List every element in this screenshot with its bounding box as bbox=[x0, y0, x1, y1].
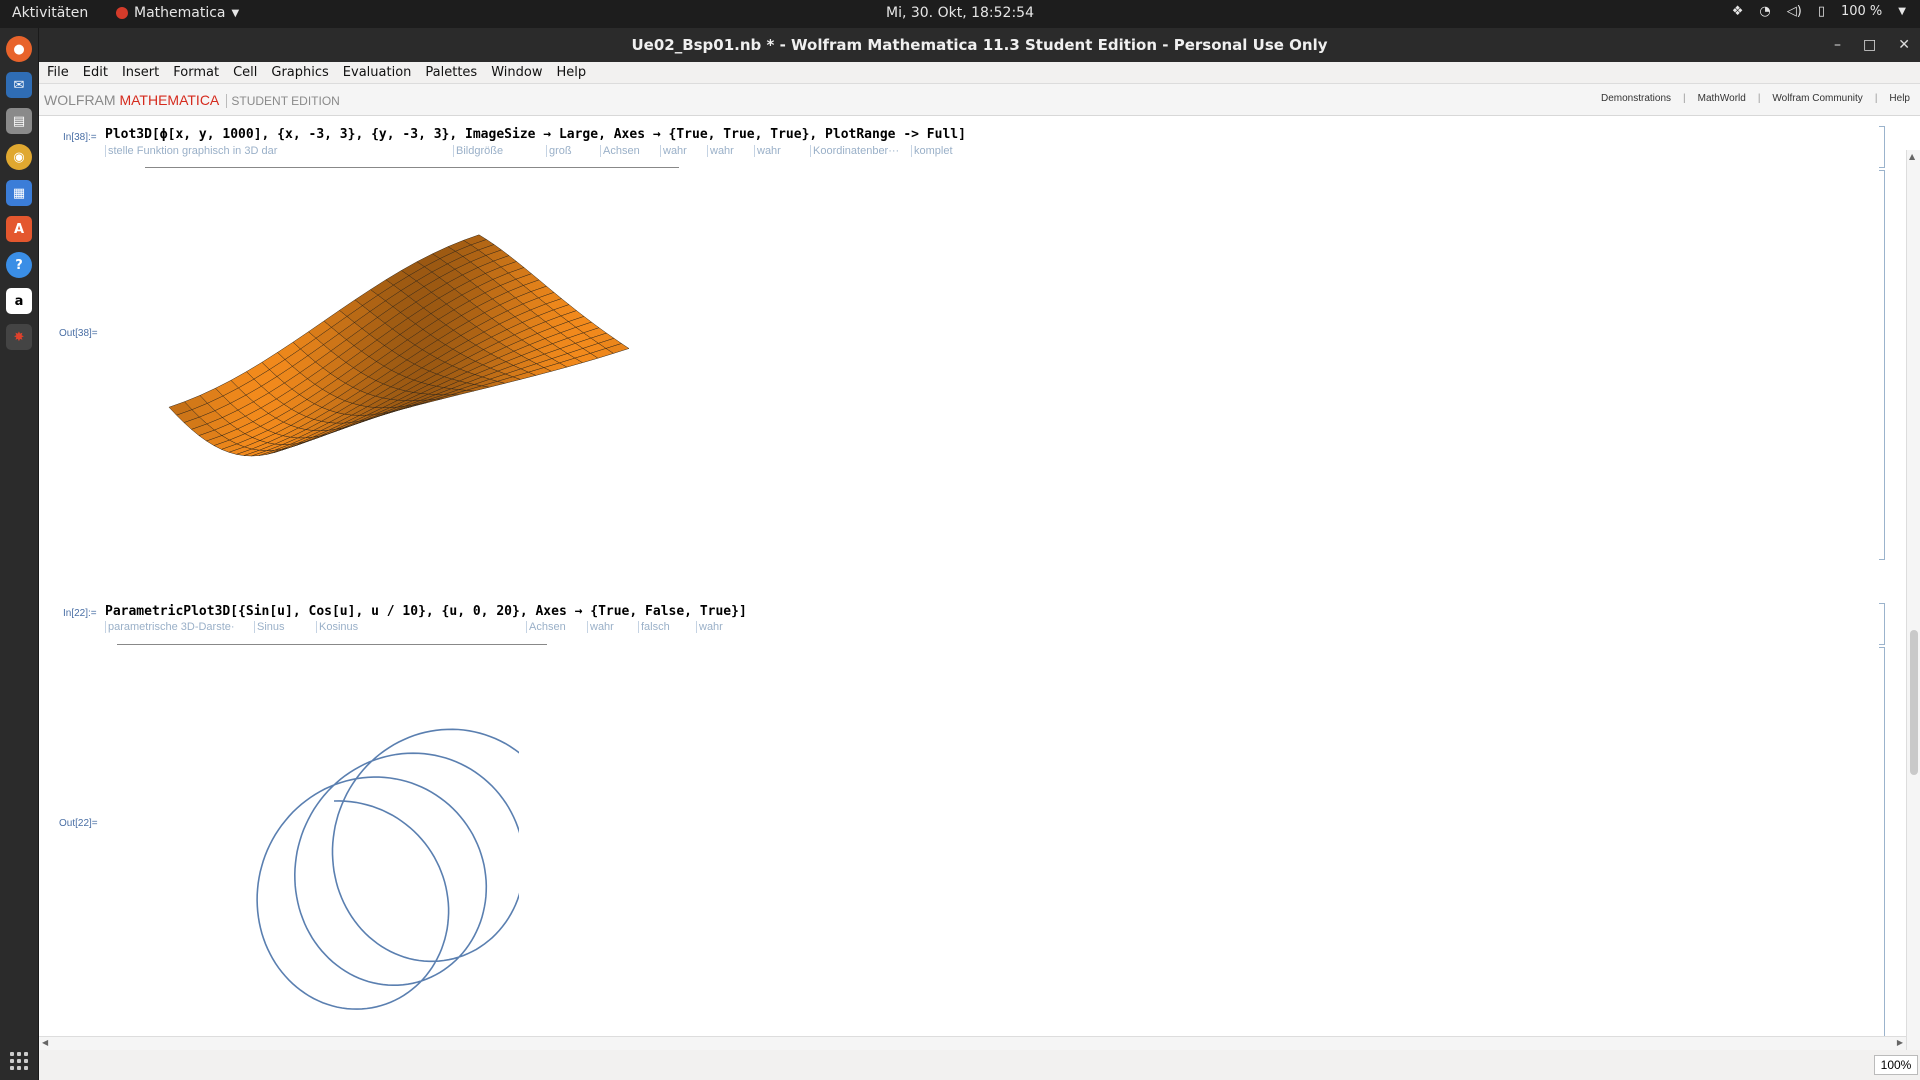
wolfram-logo: WOLFRAM MATHEMATICA STUDENT EDITION bbox=[44, 92, 340, 108]
code-hint: Bildgröße bbox=[453, 145, 503, 157]
output-label: Out[38]= bbox=[59, 328, 98, 339]
menu-edit[interactable]: Edit bbox=[83, 65, 108, 80]
menu-cell[interactable]: Cell bbox=[233, 65, 257, 80]
code-hint: Sinus bbox=[254, 621, 285, 633]
output-label: Out[22]= bbox=[59, 818, 98, 829]
app-menu[interactable]: Mathematica ▼ bbox=[116, 5, 239, 21]
battery-level: 100 % bbox=[1840, 4, 1883, 19]
plot3d-surface[interactable] bbox=[139, 186, 719, 486]
mathematica-window: Ue02_Bsp01.nb * - Wolfram Mathematica 11… bbox=[39, 28, 1920, 1080]
vertical-scrollbar[interactable]: ▲ ▼ bbox=[1906, 150, 1920, 1068]
maximize-icon[interactable]: □ bbox=[1863, 28, 1876, 62]
code-hint: wahr bbox=[587, 621, 614, 633]
wifi-icon[interactable]: ◔ bbox=[1759, 4, 1770, 19]
code-hint: Achsen bbox=[526, 621, 566, 633]
mathematica-icon bbox=[116, 7, 128, 19]
help-icon[interactable]: ? bbox=[6, 252, 32, 278]
code-hint: wahr bbox=[707, 145, 734, 157]
input-cell[interactable]: ParametricPlot3D[{Sin[u], Cos[u], u / 10… bbox=[105, 604, 747, 619]
menu-help[interactable]: Help bbox=[556, 65, 586, 80]
code-hint: falsch bbox=[638, 621, 670, 633]
amazon-icon[interactable]: a bbox=[6, 288, 32, 314]
mathematica-dock-icon[interactable]: ✸ bbox=[6, 324, 32, 350]
cell-bracket[interactable] bbox=[1879, 126, 1885, 168]
input-label: In[38]:= bbox=[63, 132, 97, 143]
notebook-area[interactable]: In[38]:= Plot3D[ϕ[x, y, 1000], {x, -3, 3… bbox=[39, 116, 1920, 1036]
scroll-right-icon[interactable]: ▶ bbox=[1897, 1038, 1903, 1047]
scroll-up-icon[interactable]: ▲ bbox=[1909, 152, 1915, 161]
show-applications-icon[interactable] bbox=[10, 1052, 28, 1070]
link-demonstrations[interactable]: Demonstrations bbox=[1601, 93, 1671, 104]
horizontal-scrollbar[interactable]: ◀ ▶ bbox=[39, 1036, 1906, 1050]
title-bar[interactable]: Ue02_Bsp01.nb * - Wolfram Mathematica 11… bbox=[39, 28, 1920, 62]
firefox-icon[interactable]: ● bbox=[6, 36, 32, 62]
zoom-selector[interactable]: 100% bbox=[1874, 1055, 1918, 1075]
code-hint: wahr bbox=[696, 621, 723, 633]
cell-bracket[interactable] bbox=[1879, 603, 1885, 645]
app-menu-label: Mathematica bbox=[134, 5, 226, 21]
code-hint: wahr bbox=[660, 145, 687, 157]
menu-format[interactable]: Format bbox=[173, 65, 219, 80]
scroll-left-icon[interactable]: ◀ bbox=[42, 1038, 48, 1047]
suggestion-bar-divider bbox=[117, 644, 547, 645]
link-help[interactable]: Help bbox=[1889, 93, 1910, 104]
code-hint: stelle Funktion graphisch in 3D dar bbox=[105, 145, 277, 157]
brand-bar: WOLFRAM MATHEMATICA STUDENT EDITION Demo… bbox=[39, 84, 1920, 116]
clock[interactable]: Mi, 30. Okt, 18:52:54 bbox=[0, 5, 1920, 21]
volume-icon[interactable]: ◁) bbox=[1787, 4, 1802, 19]
battery-icon[interactable]: ▯ bbox=[1818, 4, 1825, 19]
menu-evaluation[interactable]: Evaluation bbox=[343, 65, 412, 80]
code-hint: Achsen bbox=[600, 145, 640, 157]
surface-mesh bbox=[168, 234, 630, 457]
thunderbird-icon[interactable]: ✉ bbox=[6, 72, 32, 98]
code-hint: parametrische 3D-Darste· bbox=[105, 621, 235, 633]
menu-file[interactable]: File bbox=[47, 65, 69, 80]
code-hint: groß bbox=[546, 145, 572, 157]
code-hint: komplet bbox=[911, 145, 953, 157]
rhythmbox-icon[interactable]: ◉ bbox=[6, 144, 32, 170]
chevron-down-icon: ▼ bbox=[231, 7, 240, 19]
files-icon[interactable]: ▤ bbox=[6, 108, 32, 134]
code-hint: Kosinus bbox=[316, 621, 358, 633]
menu-graphics[interactable]: Graphics bbox=[271, 65, 328, 80]
scrollbar-thumb[interactable] bbox=[1910, 630, 1918, 775]
link-mathworld[interactable]: MathWorld bbox=[1698, 93, 1746, 104]
chevron-down-icon[interactable]: ▼ bbox=[1898, 6, 1906, 17]
window-title: Ue02_Bsp01.nb * - Wolfram Mathematica 11… bbox=[631, 36, 1328, 54]
menu-bar: File Edit Insert Format Cell Graphics Ev… bbox=[39, 62, 1920, 84]
software-center-icon[interactable]: A bbox=[6, 216, 32, 242]
writer-icon[interactable]: ▦ bbox=[6, 180, 32, 206]
close-icon[interactable]: ✕ bbox=[1898, 28, 1910, 62]
cell-bracket[interactable] bbox=[1879, 647, 1885, 1036]
menu-window[interactable]: Window bbox=[491, 65, 542, 80]
system-top-bar: Aktivitäten Mathematica ▼ Mi, 30. Okt, 1… bbox=[0, 0, 1920, 28]
input-label: In[22]:= bbox=[63, 608, 97, 619]
menu-palettes[interactable]: Palettes bbox=[425, 65, 477, 80]
activities-button[interactable]: Aktivitäten bbox=[12, 5, 88, 21]
menu-insert[interactable]: Insert bbox=[122, 65, 159, 80]
status-bar: 100% bbox=[39, 1050, 1920, 1080]
cell-bracket[interactable] bbox=[1879, 170, 1885, 560]
parametric-helix-curve[interactable] bbox=[159, 701, 519, 1036]
code-hint: Koordinatenber··· bbox=[810, 145, 899, 157]
input-cell[interactable]: Plot3D[ϕ[x, y, 1000], {x, -3, 3}, {y, -3… bbox=[105, 127, 966, 142]
suggestion-bar-divider bbox=[145, 167, 679, 168]
link-wolfram-community[interactable]: Wolfram Community bbox=[1772, 93, 1862, 104]
dock: ● ✉ ▤ ◉ ▦ A ? a ✸ bbox=[0, 28, 39, 1080]
minimize-icon[interactable]: – bbox=[1834, 28, 1841, 62]
dropbox-icon[interactable]: ❖ bbox=[1732, 4, 1744, 19]
code-hint: wahr bbox=[754, 145, 781, 157]
system-tray[interactable]: ❖ ◔ ◁) ▯ 100 % ▼ bbox=[1732, 4, 1906, 19]
